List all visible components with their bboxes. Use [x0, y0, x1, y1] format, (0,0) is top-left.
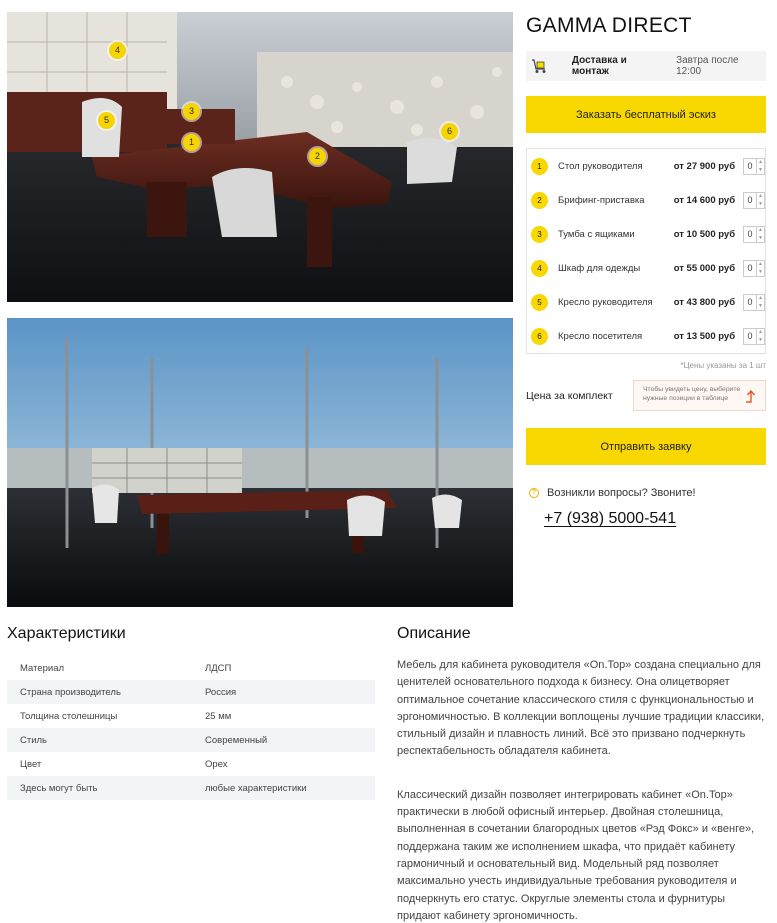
char-key: Стиль [20, 734, 48, 746]
quantity-input[interactable]: 0 [743, 293, 758, 311]
char-value: Современный [205, 734, 268, 746]
characteristics-table: Материал ЛДСП Страна производитель Росси… [7, 656, 375, 800]
description-text: Мебель для кабинета руководителя «On.Top… [397, 657, 769, 923]
item-name: Стол руководителя [558, 160, 643, 172]
item-price: от 55 000 руб [673, 262, 736, 274]
quantity-input[interactable]: 0 [743, 259, 758, 277]
char-value: Россия [205, 686, 237, 698]
quantity-input[interactable]: 0 [743, 191, 758, 209]
table-row: Стиль Современный [7, 728, 375, 752]
photo-marker[interactable]: 3 [183, 103, 200, 120]
list-item: 3 Тумба с ящиками от 10 500 руб 0 ▲ ▼ [527, 217, 765, 251]
char-value: любые характеристики [205, 782, 307, 794]
char-key: Здесь могут быть [20, 782, 98, 794]
quantity-input[interactable]: 0 [743, 225, 758, 243]
char-value: ЛДСП [205, 662, 232, 674]
item-price: от 14 600 руб [673, 194, 736, 206]
description-paragraph: Мебель для кабинета руководителя «On.Top… [397, 659, 765, 758]
item-price: от 43 800 руб [673, 296, 736, 308]
description-title: Описание [397, 625, 471, 642]
char-key: Толщина столешницы [20, 710, 118, 722]
quantity-stepper[interactable]: ▲ ▼ [757, 191, 765, 209]
delivery-time: Завтра после 12:00 [676, 55, 739, 77]
item-number: 4 [531, 259, 548, 277]
table-row: Страна производитель Россия [7, 680, 375, 704]
list-item: 5 Кресло руководителя от 43 800 руб 0 ▲ ▼ [527, 285, 765, 319]
arrow-up-icon [745, 389, 757, 403]
send-request-button[interactable]: Отправить заявку [526, 428, 766, 465]
quantity-stepper[interactable]: ▲ ▼ [757, 293, 765, 311]
photo-marker[interactable]: 5 [98, 112, 115, 129]
item-price: от 13 500 руб [673, 330, 736, 342]
kit-hint-text: Чтобы увидеть цену, выберите нужные пози… [643, 386, 741, 402]
quantity-stepper[interactable]: ▲ ▼ [757, 225, 765, 243]
product-photo-main: 4 5 3 1 2 6 [7, 12, 513, 302]
char-value: Орех [205, 758, 228, 770]
photo-marker[interactable]: 4 [109, 42, 126, 59]
list-item: 1 Стол руководителя от 27 900 руб 0 ▲ ▼ [527, 149, 765, 183]
quantity-stepper[interactable]: ▲ ▼ [757, 259, 765, 277]
product-photo-secondary [7, 318, 513, 607]
item-number: 6 [531, 327, 548, 345]
characteristics-title: Характеристики [7, 625, 126, 642]
char-key: Страна производитель [20, 686, 121, 698]
quantity-input[interactable]: 0 [743, 157, 758, 175]
photo-marker[interactable]: 6 [441, 123, 458, 140]
char-key: Цвет [20, 758, 42, 770]
item-number: 5 [531, 293, 548, 311]
truck-icon [526, 51, 552, 81]
char-value: 25 мм [205, 710, 232, 722]
item-name: Шкаф для одежды [558, 262, 641, 274]
photo-marker[interactable]: 2 [309, 148, 326, 165]
table-row: Материал ЛДСП [7, 656, 375, 680]
item-price: от 10 500 руб [673, 228, 736, 240]
order-sketch-button[interactable]: Заказать бесплатный эскиз [526, 96, 766, 133]
item-number: 3 [531, 225, 548, 243]
photo-marker[interactable]: 1 [183, 134, 200, 151]
delivery-info: Доставка и монтаж Завтра после 12:00 [526, 51, 766, 81]
price-note: *Цены указаны за 1 шт [680, 361, 766, 370]
kit-price-label: Цена за комплект [526, 390, 613, 402]
table-row: Цвет Орех [7, 752, 375, 776]
quantity-input[interactable]: 0 [743, 327, 758, 345]
item-name: Кресло посетителя [558, 330, 643, 342]
list-item: 2 Брифинг-приставка от 14 600 руб 0 ▲ ▼ [527, 183, 765, 217]
product-title: GAMMA DIRECT [526, 14, 692, 37]
items-table: 1 Стол руководителя от 27 900 руб 0 ▲ ▼ 2… [526, 148, 766, 354]
char-key: Материал [20, 662, 65, 674]
delivery-label: Доставка и монтаж [571, 55, 627, 77]
list-item: 6 Кресло посетителя от 13 500 руб 0 ▲ ▼ [527, 319, 765, 353]
kit-price-hint: Чтобы увидеть цену, выберите нужные пози… [633, 380, 766, 411]
list-item: 4 Шкаф для одежды от 55 000 руб 0 ▲ ▼ [527, 251, 765, 285]
table-row: Толщина столешницы 25 мм [7, 704, 375, 728]
description-paragraph: Классический дизайн позволяет интегриров… [397, 788, 755, 922]
item-number: 2 [531, 191, 548, 209]
item-name: Кресло руководителя [558, 296, 653, 308]
quantity-stepper[interactable]: ▲ ▼ [757, 157, 765, 175]
item-number: 1 [531, 157, 548, 175]
item-name: Тумба с ящиками [558, 228, 635, 240]
phone-link[interactable]: +7 (938) 5000-541 [544, 510, 676, 528]
quantity-stepper[interactable]: ▲ ▼ [757, 327, 765, 345]
question-text: Возникли вопросы? Звоните! [547, 487, 696, 499]
table-row: Здесь могут быть любые характеристики [7, 776, 375, 800]
item-name: Брифинг-приставка [558, 194, 645, 206]
item-price: от 27 900 руб [673, 160, 736, 172]
question-icon: ? [529, 488, 539, 498]
contact-question: ? Возникли вопросы? Звоните! [529, 487, 696, 499]
